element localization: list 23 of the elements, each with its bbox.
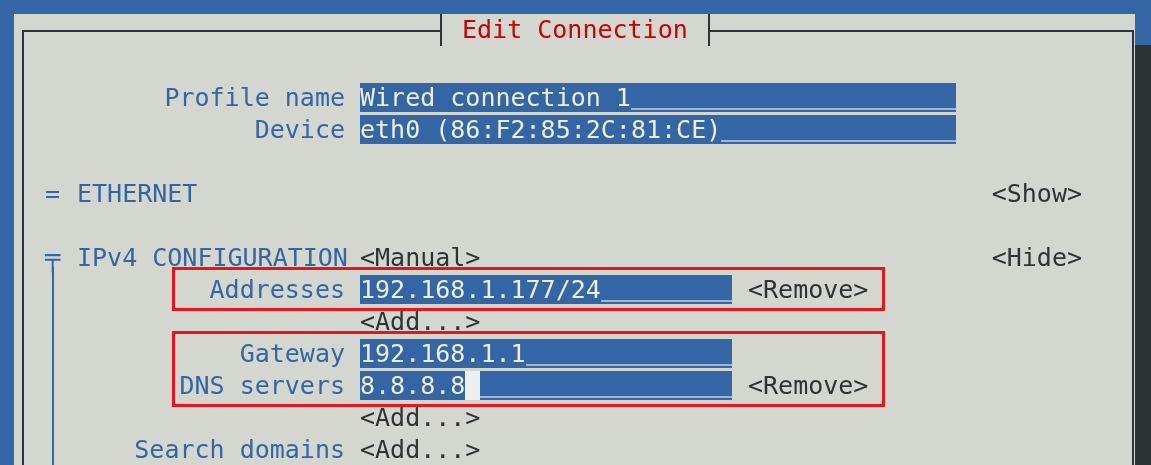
add-button[interactable]: <Add...> [360,402,481,432]
mode-dropdown[interactable]: <Manual> [360,242,481,272]
field-label: Profile name [163,82,345,112]
section-title: ETHERNET [77,178,199,208]
field-label: DNS servers [178,370,345,400]
input-field[interactable]: 8.8.8.8 [360,370,732,400]
field-label: Gateway [238,338,345,368]
add-button[interactable]: <Add...> [360,434,481,464]
field-label: Search domains [133,434,345,464]
section-marker: = [45,178,60,208]
input-field[interactable]: eth0 (86:F2:85:2C:81:CE) [360,114,956,144]
field-label: Addresses [208,274,345,304]
section-title: IPv4 CONFIGURATION [77,242,349,272]
show-button[interactable]: <Show> [991,178,1082,208]
hide-button[interactable]: <Hide> [991,242,1082,272]
field-label: Device [253,114,345,144]
input-field[interactable]: 192.168.1.1 [360,338,732,368]
input-field[interactable]: 192.168.1.177/24 [360,274,732,304]
remove-button[interactable]: <Remove> [748,274,869,304]
input-field[interactable]: Wired connection 1 [360,82,956,112]
remove-button[interactable]: <Remove> [748,370,869,400]
dialog-title: Edit Connection [440,14,710,46]
add-button[interactable]: <Add...> [360,306,481,336]
